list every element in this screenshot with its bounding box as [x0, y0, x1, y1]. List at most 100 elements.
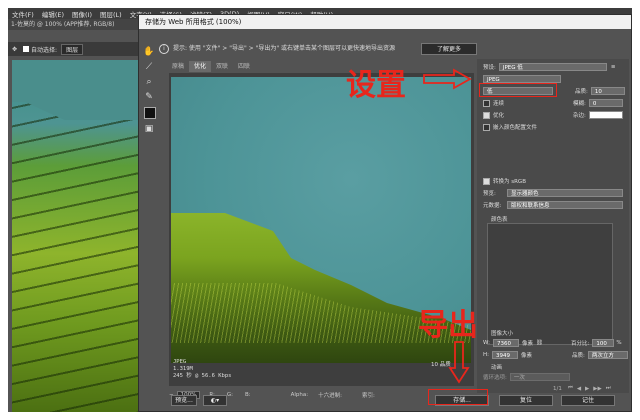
hint-text: 提示: 使用 "文件" > "导出" > "导出为" 或右键单击某个图层可以更快…	[173, 45, 395, 52]
width-unit: 像素	[521, 341, 533, 347]
embed-profile-row: 嵌入颜色配置文件	[483, 123, 537, 131]
remember-button[interactable]: 记住	[561, 395, 615, 406]
embed-profile-checkbox[interactable]	[483, 123, 490, 131]
preview-color-row: 预览: 显示器颜色	[483, 189, 623, 197]
image-size-header: 图像大小	[491, 329, 513, 337]
image-size-label: 图像大小	[491, 331, 514, 337]
reset-button[interactable]: 复位	[499, 395, 553, 406]
layer-select[interactable]: 图层	[61, 43, 84, 55]
menu-image[interactable]: 图像(I)	[72, 9, 92, 19]
auto-select-label: 自动选择:	[31, 46, 58, 54]
tab-original[interactable]: 原稿	[167, 61, 189, 72]
preset-label: 预设:	[483, 65, 496, 71]
prev-frame-icon[interactable]: ◀	[577, 386, 581, 392]
save-highlight-box	[428, 389, 488, 405]
panel-menu-icon[interactable]: ≡	[611, 64, 616, 70]
quality-highlight-box	[479, 83, 557, 97]
convert-srgb-checkbox[interactable]	[483, 177, 490, 185]
settings-annotation: 设置	[346, 68, 406, 103]
eyedropper-color-swatch[interactable]	[144, 107, 156, 119]
menu-edit[interactable]: 编辑(E)	[42, 9, 64, 19]
width-input[interactable]: 7360	[492, 339, 519, 347]
dialog-title: 存储为 Web 所用格式 (100%)	[139, 15, 631, 29]
blur-input[interactable]: 0	[588, 99, 623, 107]
menu-layer[interactable]: 图层(L)	[100, 9, 122, 19]
loop-row: 循环选项: 一次	[483, 373, 570, 381]
preview-info: JPEG 1.319M 245 秒 @ 56.6 Kbps	[173, 359, 231, 380]
export-arrow-icon	[448, 341, 470, 384]
preset-select[interactable]: JPEG 低	[498, 63, 607, 71]
play-icon[interactable]: ▶	[585, 386, 589, 392]
matte-select[interactable]	[588, 111, 623, 119]
move-tool-icon[interactable]: ✥	[12, 46, 17, 53]
eyedropper-icon[interactable]: ✎	[143, 91, 155, 103]
slice-tool-icon[interactable]: ⟋	[143, 61, 155, 73]
progressive-label: 连续	[493, 101, 505, 107]
height-row: H: 3949 像素 品质: 两次立方	[483, 351, 628, 359]
optimized-checkbox[interactable]	[483, 111, 490, 119]
preview-button[interactable]: 预览...	[171, 395, 197, 406]
frame-controls: 1/1 ⏮ ◀ ▶ ▶▶ ⏭	[553, 385, 611, 392]
preview-color-select[interactable]: 显示器颜色	[507, 189, 623, 197]
format-row: JPEG	[483, 75, 561, 83]
toggle-slices-icon[interactable]: ▣	[143, 123, 155, 135]
color-table-header: 颜色表	[491, 215, 508, 223]
learn-more-button[interactable]: 了解更多	[421, 43, 477, 55]
optimized-label: 优化	[493, 113, 505, 119]
width-label: W:	[483, 340, 490, 346]
view-tabs: 原稿 优化 双联 四联	[167, 61, 255, 72]
settings-panel: 预设: JPEG 低 ≡ JPEG 低 品质: 10 连续 模糊: 0 优化 杂…	[477, 59, 629, 393]
link-icon[interactable]: ⛓	[536, 340, 543, 346]
percent-unit: %	[616, 340, 622, 346]
resample-quality-label: 品质:	[572, 353, 585, 359]
animation-label: 动画	[491, 365, 503, 371]
color-table-label: 颜色表	[491, 217, 508, 223]
tab-4up[interactable]: 四联	[233, 61, 255, 72]
convert-srgb-row: 转换为 sRGB	[483, 177, 526, 185]
last-frame-icon[interactable]: ⏭	[606, 385, 611, 392]
frame-counter: 1/1	[553, 385, 562, 392]
blur-label: 模糊:	[573, 101, 586, 107]
preview-color-label: 预览:	[483, 191, 496, 197]
progressive-checkbox[interactable]	[483, 99, 490, 107]
browser-select[interactable]: ◐▾	[203, 395, 227, 406]
matte-label: 杂边:	[573, 113, 586, 119]
convert-srgb-label: 转换为 sRGB	[493, 179, 526, 185]
preview-time: 245 秒 @ 56.6 Kbps	[173, 373, 232, 379]
progressive-row: 连续 模糊: 0	[483, 99, 623, 107]
loop-select[interactable]: 一次	[509, 373, 570, 381]
export-annotation: 导出	[418, 308, 478, 343]
dialog-footer: 预览... ◐▾ 存储... 复位 记住	[139, 395, 631, 411]
width-row: W: 7360 像素 ⛓ 百分比: 100 %	[483, 339, 622, 347]
format-select[interactable]: JPEG	[483, 75, 561, 83]
options-bar: ✥ 自动选择: 图层	[8, 42, 148, 56]
metadata-select[interactable]: 版权和联系信息	[507, 201, 623, 209]
optimized-row: 优化 杂边:	[483, 111, 623, 119]
tab-optimized[interactable]: 优化	[189, 61, 212, 72]
preview-size: 1.319M	[173, 366, 193, 372]
next-frame-icon[interactable]: ▶▶	[593, 386, 601, 392]
height-label: H:	[483, 352, 489, 358]
metadata-label: 元数据:	[483, 203, 502, 209]
height-input[interactable]: 3949	[492, 351, 518, 359]
color-table[interactable]	[487, 223, 613, 345]
embed-profile-label: 嵌入颜色配置文件	[493, 125, 538, 131]
quality-label: 品质:	[575, 89, 588, 95]
zoom-tool-icon[interactable]: ⌕	[143, 76, 155, 88]
height-unit: 像素	[521, 353, 533, 359]
hand-tool-icon[interactable]: ✋	[143, 46, 155, 58]
tab-2up[interactable]: 双联	[211, 61, 233, 72]
metadata-row: 元数据: 版权和联系信息	[483, 201, 623, 209]
percent-label: 百分比:	[570, 341, 590, 347]
preview-format: JPEG	[173, 359, 187, 365]
resample-quality-select[interactable]: 两次立方	[587, 351, 628, 359]
quality-input[interactable]: 10	[590, 87, 625, 95]
first-frame-icon[interactable]: ⏮	[568, 385, 573, 392]
menu-file[interactable]: 文件(F)	[12, 9, 34, 19]
settings-arrow-icon	[423, 68, 472, 90]
percent-input[interactable]: 100	[592, 339, 615, 347]
dialog-toolbar: ✋ ⟋ ⌕ ✎ ▣	[139, 43, 159, 134]
document-tab[interactable]: 1-佐莫的 @ 100% (APP推荐, RGB/8)	[8, 19, 148, 30]
preset-row: 预设: JPEG 低 ≡	[483, 63, 615, 71]
auto-select-checkbox[interactable]	[23, 46, 30, 52]
